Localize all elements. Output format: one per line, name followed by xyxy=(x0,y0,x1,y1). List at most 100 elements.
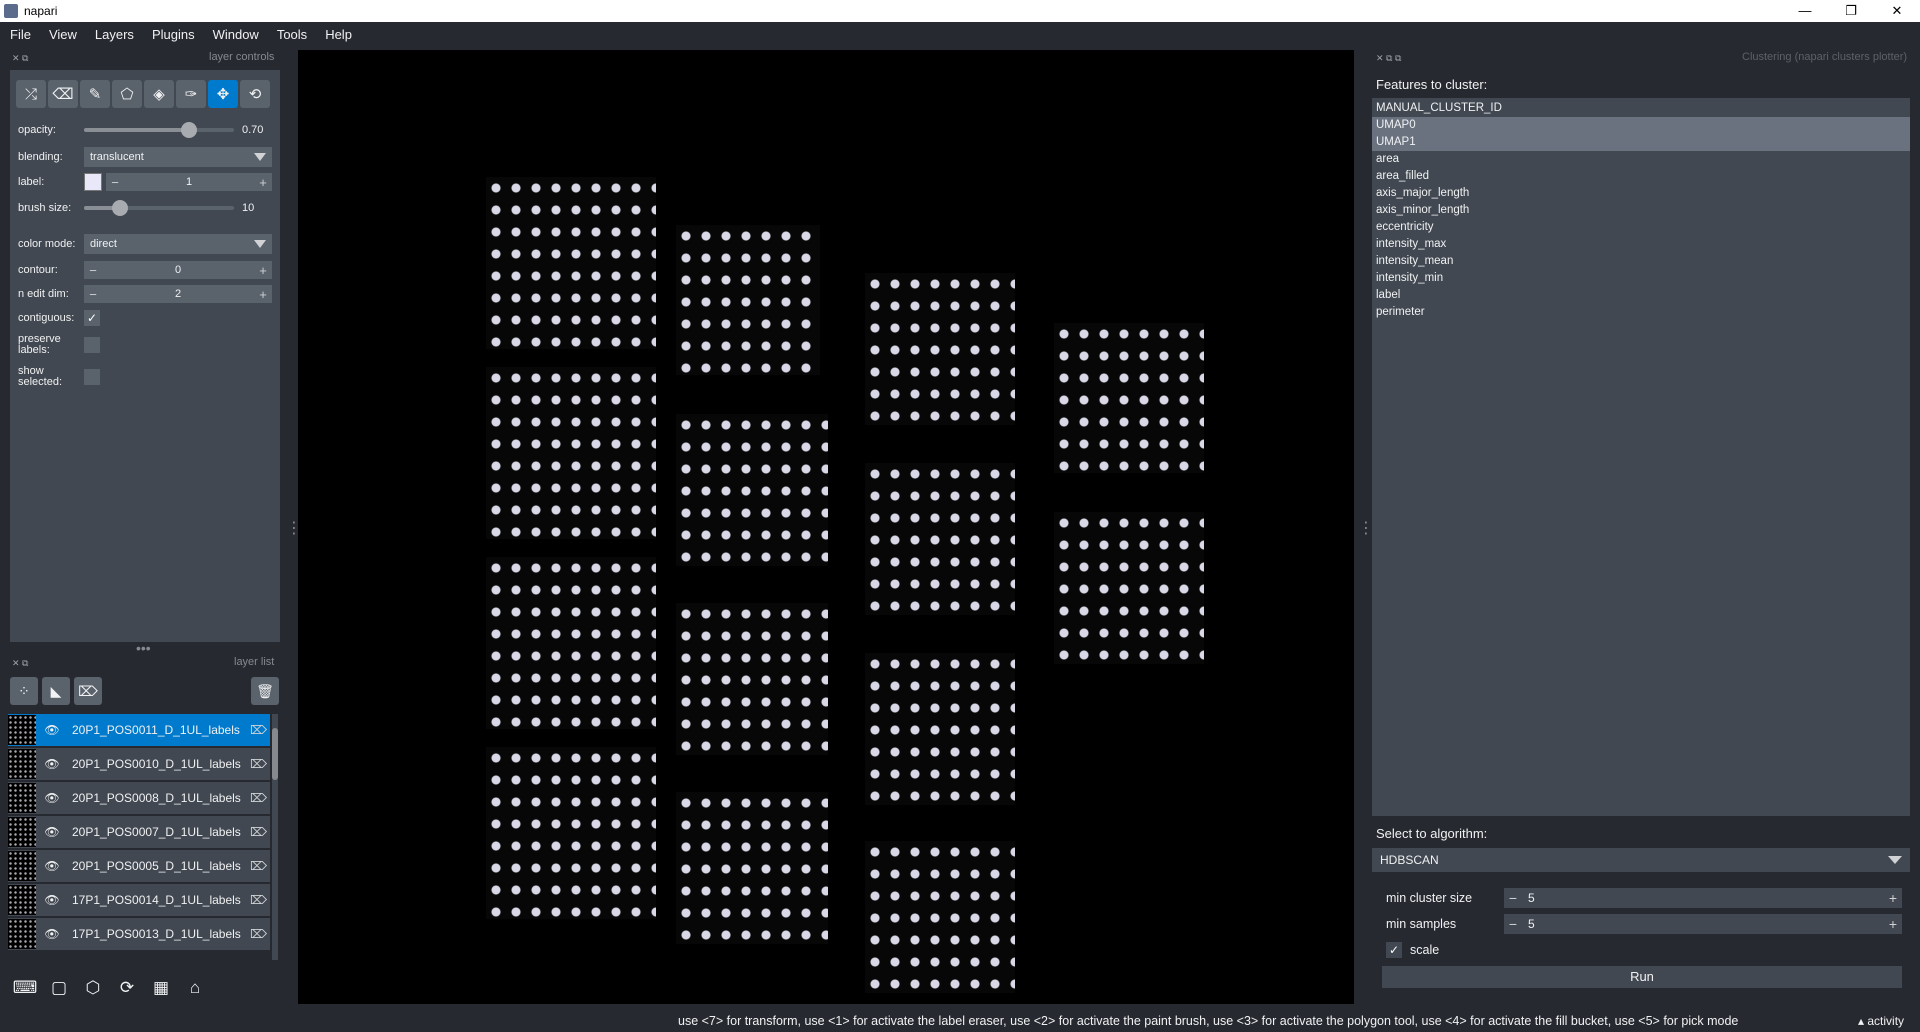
feature-item[interactable]: perimeter xyxy=(1372,304,1910,321)
feature-item[interactable]: UMAP1 xyxy=(1372,134,1910,151)
contour-value: 0 xyxy=(174,264,182,276)
layer-item[interactable]: 👁 17P1_POS0014_D_1UL_labels ⌦ xyxy=(8,884,270,916)
feature-item[interactable]: axis_major_length xyxy=(1372,185,1910,202)
eye-icon[interactable]: 👁 xyxy=(42,723,62,737)
eye-icon[interactable]: 👁 xyxy=(42,825,62,839)
contiguous-checkbox[interactable]: ✓ xyxy=(84,310,100,326)
minus-icon[interactable]: − xyxy=(106,175,124,190)
brush-size-row: brush size: 10 xyxy=(18,198,278,218)
scale-checkbox[interactable]: ✓ xyxy=(1386,942,1402,958)
n-edit-dim-spinbox[interactable]: − 2 + xyxy=(84,285,272,303)
transform-icon[interactable]: ⟲ xyxy=(240,80,270,108)
minus-icon[interactable]: − xyxy=(84,287,102,302)
labels-layer-icon: ⌦ xyxy=(250,723,267,737)
close-button[interactable]: ✕ xyxy=(1874,0,1920,22)
plus-icon[interactable]: + xyxy=(254,287,272,302)
layer-item[interactable]: 👁 17P1_POS0013_D_1UL_labels ⌦ xyxy=(8,918,270,950)
3d-cube-icon[interactable]: ⬡ xyxy=(78,974,108,1002)
minus-icon[interactable]: − xyxy=(1504,916,1522,932)
dock-splitter-handle[interactable]: ••• xyxy=(136,640,151,656)
min-cluster-size-spinbox[interactable]: − 5 + xyxy=(1504,888,1902,908)
minus-icon[interactable]: − xyxy=(84,263,102,278)
maximize-button[interactable]: ❐ xyxy=(1828,0,1874,22)
layer-item[interactable]: 👁 20P1_POS0008_D_1UL_labels ⌦ xyxy=(8,782,270,814)
roll-icon[interactable]: ⟳ xyxy=(112,974,142,1002)
layer-item[interactable]: 👁 20P1_POS0007_D_1UL_labels ⌦ xyxy=(8,816,270,848)
new-points-layer-icon[interactable]: ⁘ xyxy=(10,677,38,705)
dock-close-icon[interactable]: ✕ ⧉ ⧉ xyxy=(1376,53,1401,64)
color-mode-dropdown[interactable]: direct xyxy=(84,234,272,254)
fill-bucket-icon[interactable]: ◈ xyxy=(144,80,174,108)
picker-icon[interactable]: ✑ xyxy=(176,80,206,108)
algorithm-dropdown[interactable]: HDBSCAN xyxy=(1372,848,1910,872)
menu-plugins[interactable]: Plugins xyxy=(143,27,204,42)
feature-item[interactable]: area_filled xyxy=(1372,168,1910,185)
plus-icon[interactable]: + xyxy=(1884,890,1902,906)
console-icon[interactable]: ⌨ xyxy=(10,974,40,1002)
move-icon[interactable]: ✥ xyxy=(208,80,238,108)
new-shapes-layer-icon[interactable]: ◣ xyxy=(42,677,70,705)
contour-spinbox[interactable]: − 0 + xyxy=(84,261,272,279)
minimize-button[interactable]: — xyxy=(1782,0,1828,22)
feature-item[interactable]: eccentricity xyxy=(1372,219,1910,236)
plus-icon[interactable]: + xyxy=(254,175,272,190)
eye-icon[interactable]: 👁 xyxy=(42,927,62,941)
feature-item[interactable]: UMAP0 xyxy=(1372,117,1910,134)
menu-help[interactable]: Help xyxy=(316,27,361,42)
home-icon[interactable]: ⌂ xyxy=(180,974,210,1002)
label-spinbox[interactable]: − 1 + xyxy=(106,173,272,191)
layer-item[interactable]: 👁 20P1_POS0005_D_1UL_labels ⌦ xyxy=(8,850,270,882)
feature-item[interactable]: axis_minor_length xyxy=(1372,202,1910,219)
layer-item[interactable]: 👁 20P1_POS0011_D_1UL_labels ⌦ xyxy=(8,714,270,746)
feature-item[interactable]: area xyxy=(1372,151,1910,168)
dock-close-icon[interactable]: ✕ ⧉ xyxy=(12,658,28,669)
layer-controls-panel: ⤮ ⌫ ✎ ⬠ ◈ ✑ ✥ ⟲ opacity: 0.70 blending: … xyxy=(10,70,280,642)
new-labels-layer-icon[interactable]: ⌦ xyxy=(74,677,102,705)
preserve-labels-checkbox[interactable] xyxy=(84,337,100,353)
feature-item[interactable]: intensity_mean xyxy=(1372,253,1910,270)
layer-item[interactable]: 👁 20P1_POS0010_D_1UL_labels ⌦ xyxy=(8,748,270,780)
plus-icon[interactable]: + xyxy=(254,263,272,278)
blending-dropdown[interactable]: translucent xyxy=(84,147,272,167)
opacity-slider[interactable] xyxy=(84,120,234,140)
trash-icon[interactable]: 🗑 xyxy=(251,677,279,705)
grid-icon[interactable]: ▦ xyxy=(146,974,176,1002)
paintbrush-icon[interactable]: ✎ xyxy=(80,80,110,108)
window-controls: — ❐ ✕ xyxy=(1782,0,1920,22)
minus-icon[interactable]: − xyxy=(1504,890,1522,906)
feature-item[interactable]: intensity_min xyxy=(1372,270,1910,287)
plus-icon[interactable]: + xyxy=(1884,916,1902,932)
algorithm-label: Select to algorithm: xyxy=(1376,826,1488,841)
layer-thumbnail xyxy=(8,715,36,745)
chevron-down-icon xyxy=(1888,856,1902,864)
brush-size-slider[interactable] xyxy=(84,198,234,218)
activity-button[interactable]: ▴ activity xyxy=(1858,1014,1904,1028)
layer-name: 20P1_POS0010_D_1UL_labels xyxy=(72,757,241,771)
polygon-icon[interactable]: ⬠ xyxy=(112,80,142,108)
image-canvas[interactable] xyxy=(298,50,1354,1004)
feature-item[interactable]: intensity_max xyxy=(1372,236,1910,253)
menu-layers[interactable]: Layers xyxy=(86,27,143,42)
label-color-swatch[interactable] xyxy=(84,173,102,191)
show-selected-checkbox[interactable] xyxy=(84,369,100,385)
eye-icon[interactable]: 👁 xyxy=(42,757,62,771)
menu-window[interactable]: Window xyxy=(204,27,268,42)
dock-close-icon[interactable]: ✕ ⧉ xyxy=(12,53,28,64)
eye-icon[interactable]: 👁 xyxy=(42,791,62,805)
contour-row: contour: − 0 + xyxy=(18,260,278,280)
menu-tools[interactable]: Tools xyxy=(268,27,316,42)
feature-item[interactable]: label xyxy=(1372,287,1910,304)
menu-view[interactable]: View xyxy=(40,27,86,42)
run-button[interactable]: Run xyxy=(1382,966,1902,988)
features-list[interactable]: MANUAL_CLUSTER_ID UMAP0 UMAP1 area area_… xyxy=(1372,98,1910,816)
square-icon[interactable]: ▢ xyxy=(44,974,74,1002)
eraser-icon[interactable]: ⌫ xyxy=(48,80,78,108)
layer-list-scrollbar[interactable] xyxy=(272,714,278,960)
eye-icon[interactable]: 👁 xyxy=(42,893,62,907)
menu-file[interactable]: File xyxy=(0,27,40,42)
eye-icon[interactable]: 👁 xyxy=(42,859,62,873)
scale-row: ✓ scale xyxy=(1386,940,1902,960)
feature-item[interactable]: MANUAL_CLUSTER_ID xyxy=(1372,100,1910,117)
shuffle-icon[interactable]: ⤮ xyxy=(16,80,46,108)
min-samples-spinbox[interactable]: − 5 + xyxy=(1504,914,1902,934)
